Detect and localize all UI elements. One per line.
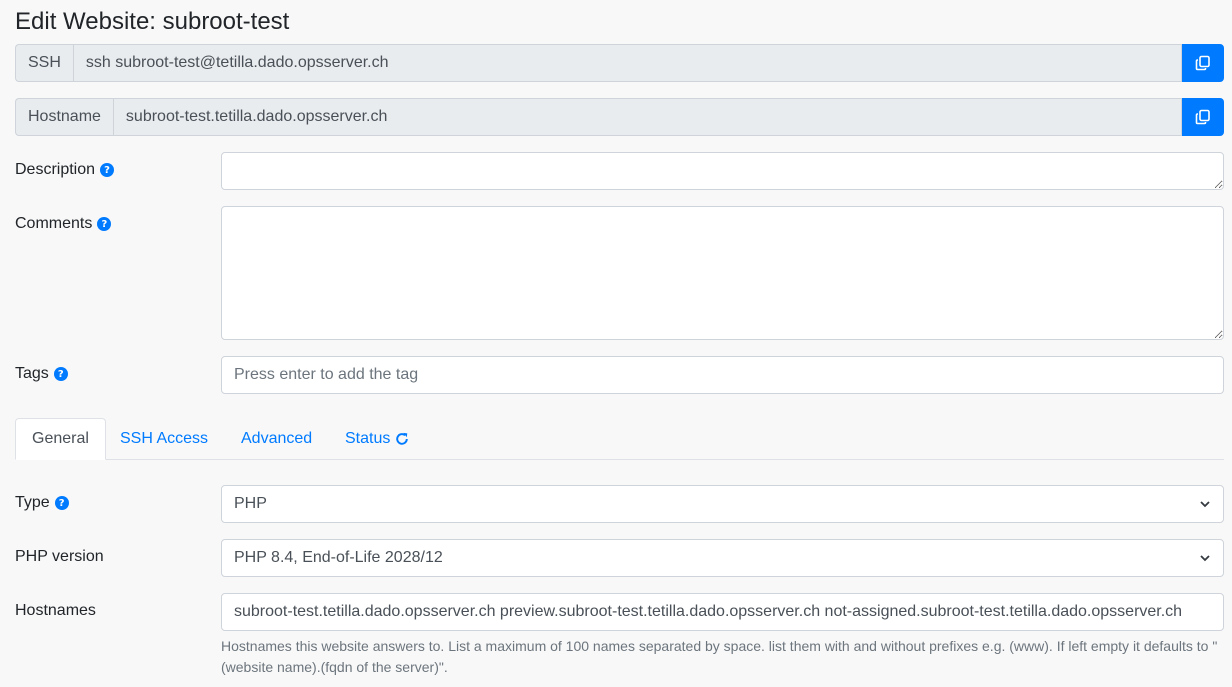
hostname-input-group: Hostname subroot-test.tetilla.dado.opsse… [15, 98, 1224, 136]
refresh-icon[interactable] [395, 432, 409, 446]
type-label: Type ? [15, 494, 69, 512]
comments-input[interactable] [221, 206, 1224, 340]
type-selected-value: PHP [234, 495, 267, 512]
description-input[interactable] [221, 152, 1224, 190]
description-label: Description ? [15, 161, 115, 179]
copy-ssh-button[interactable] [1182, 44, 1224, 82]
php-version-selected-value: PHP 8.4, End-of-Life 2028/12 [234, 549, 443, 566]
hostnames-input[interactable]: subroot-test.tetilla.dado.opsserver.ch p… [221, 593, 1224, 631]
hostnames-help-text: Hostnames this website answers to. List … [221, 638, 1218, 675]
chevron-down-icon [1200, 555, 1210, 562]
ssh-command-field[interactable]: ssh subroot-test@tetilla.dado.opsserver.… [72, 44, 1182, 82]
hostname-field[interactable]: subroot-test.tetilla.dado.opsserver.ch [112, 98, 1182, 136]
tags-label: Tags ? [15, 365, 68, 383]
help-icon[interactable]: ? [100, 163, 115, 177]
help-icon[interactable]: ? [53, 367, 68, 381]
copy-icon [1195, 109, 1210, 125]
chevron-down-icon [1200, 501, 1210, 508]
php-version-select[interactable]: PHP 8.4, End-of-Life 2028/12 [221, 539, 1224, 577]
help-icon[interactable]: ? [54, 496, 69, 510]
page-title: Edit Website: subroot-test [15, 8, 290, 35]
tab-bar: General SSH Access Advanced Status [15, 418, 1224, 460]
tab-general[interactable]: General [15, 418, 106, 460]
hostnames-label: Hostnames [15, 602, 96, 619]
type-select[interactable]: PHP [221, 485, 1224, 523]
copy-hostname-button[interactable] [1182, 98, 1224, 136]
help-icon[interactable]: ? [97, 217, 112, 231]
ssh-input-group: SSH ssh subroot-test@tetilla.dado.opsser… [15, 44, 1224, 82]
tab-advanced[interactable]: Advanced [225, 418, 328, 460]
copy-icon [1195, 55, 1210, 71]
tab-ssh-access[interactable]: SSH Access [104, 418, 224, 460]
comments-label: Comments ? [15, 215, 112, 233]
tab-status[interactable]: Status [329, 418, 425, 460]
php-version-label: PHP version [15, 548, 104, 565]
ssh-label: SSH [15, 44, 73, 82]
hostname-label: Hostname [15, 98, 113, 136]
tags-input[interactable]: Press enter to add the tag [221, 356, 1224, 394]
